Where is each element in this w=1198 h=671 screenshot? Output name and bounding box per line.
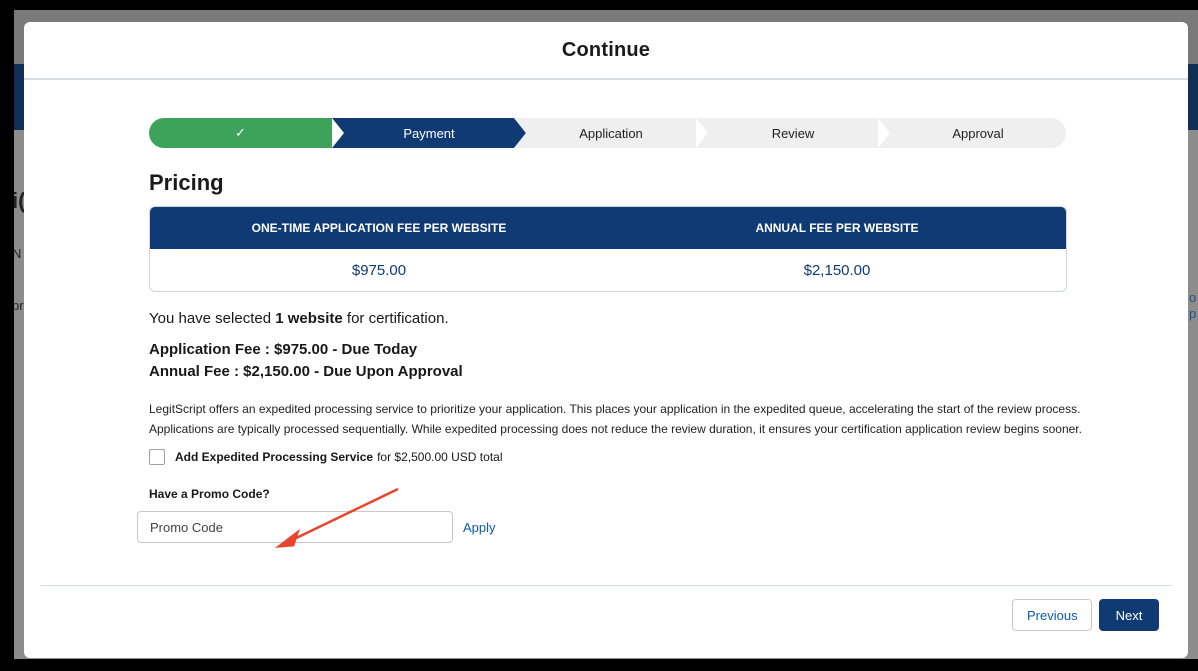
summary-count: 1 website <box>275 310 343 327</box>
modal-header: Continue <box>24 22 1188 80</box>
step-label: Payment <box>403 125 455 141</box>
step-payment[interactable]: Payment <box>344 118 514 148</box>
background-text-fragment: o <box>1189 290 1197 305</box>
expedited-description: LegitScript offers an expedited processi… <box>149 399 1139 439</box>
continue-modal: Continue ✓ Payment Application Review Ap… <box>24 22 1188 658</box>
description-line: Applications are typically processed seq… <box>149 422 1082 436</box>
step-application[interactable]: Application <box>526 118 696 148</box>
application-fee-line: Application Fee : $975.00 - Due Today <box>149 341 418 358</box>
background-text-fragment: p <box>1189 306 1197 321</box>
apply-link[interactable]: Apply <box>463 520 496 535</box>
step-separator <box>878 118 890 148</box>
screen-frame <box>0 0 14 671</box>
fee-breakdown: Application Fee : $975.00 - Due Today An… <box>149 339 1069 383</box>
step-review[interactable]: Review <box>708 118 878 148</box>
modal-body: ✓ Payment Application Review Approval Pr… <box>137 118 1082 543</box>
annual-fee-value: $2,150.00 <box>803 261 871 279</box>
step-label: Application <box>579 125 643 141</box>
summary-prefix: You have selected <box>149 310 276 327</box>
promo-code-input[interactable] <box>137 511 453 543</box>
step-approval[interactable]: Approval <box>890 118 1066 148</box>
pricing-table-row: $975.00 $2,150.00 <box>150 249 1066 291</box>
expedited-option: Add Expedited Processing Service for $2,… <box>149 449 1069 465</box>
modal-title: Continue <box>561 38 651 61</box>
pricing-table: ONE-TIME APPLICATION FEE PER WEBSITE ANN… <box>149 206 1067 292</box>
checkmark-icon: ✓ <box>235 125 246 140</box>
promo-label: Have a Promo Code? <box>149 487 270 501</box>
screen-frame <box>0 0 1198 10</box>
next-button[interactable]: Next <box>1099 599 1159 631</box>
step-complete[interactable]: ✓ <box>149 118 332 148</box>
step-label: Review <box>771 125 815 141</box>
checkbox-label: for $2,500.00 USD total <box>377 450 503 464</box>
annual-fee-line: Annual Fee : $2,150.00 - Due Upon Approv… <box>149 363 463 380</box>
step-separator <box>332 118 344 148</box>
pricing-table-header: ONE-TIME APPLICATION FEE PER WEBSITE ANN… <box>150 207 1066 249</box>
application-fee-value: $975.00 <box>351 261 407 279</box>
selection-summary: You have selected 1 website for certific… <box>149 310 1069 327</box>
step-separator <box>696 118 708 148</box>
checkbox-label-bold: Add Expedited Processing Service <box>175 450 374 464</box>
promo-row: Apply <box>137 511 1069 543</box>
column-header: ONE-TIME APPLICATION FEE PER WEBSITE <box>251 221 507 235</box>
summary-suffix: for certification. <box>342 310 449 327</box>
previous-button[interactable]: Previous <box>1012 599 1092 631</box>
step-separator <box>514 118 526 148</box>
column-header: ANNUAL FEE PER WEBSITE <box>755 221 919 235</box>
progress-path: ✓ Payment Application Review Approval <box>149 118 1066 148</box>
pricing-title: Pricing <box>149 170 224 195</box>
screen-frame <box>0 659 1198 671</box>
modal-footer <box>40 585 1172 586</box>
description-line: LegitScript offers an expedited processi… <box>149 402 1081 416</box>
expedited-checkbox[interactable] <box>149 449 165 465</box>
step-label: Approval <box>952 125 1004 141</box>
